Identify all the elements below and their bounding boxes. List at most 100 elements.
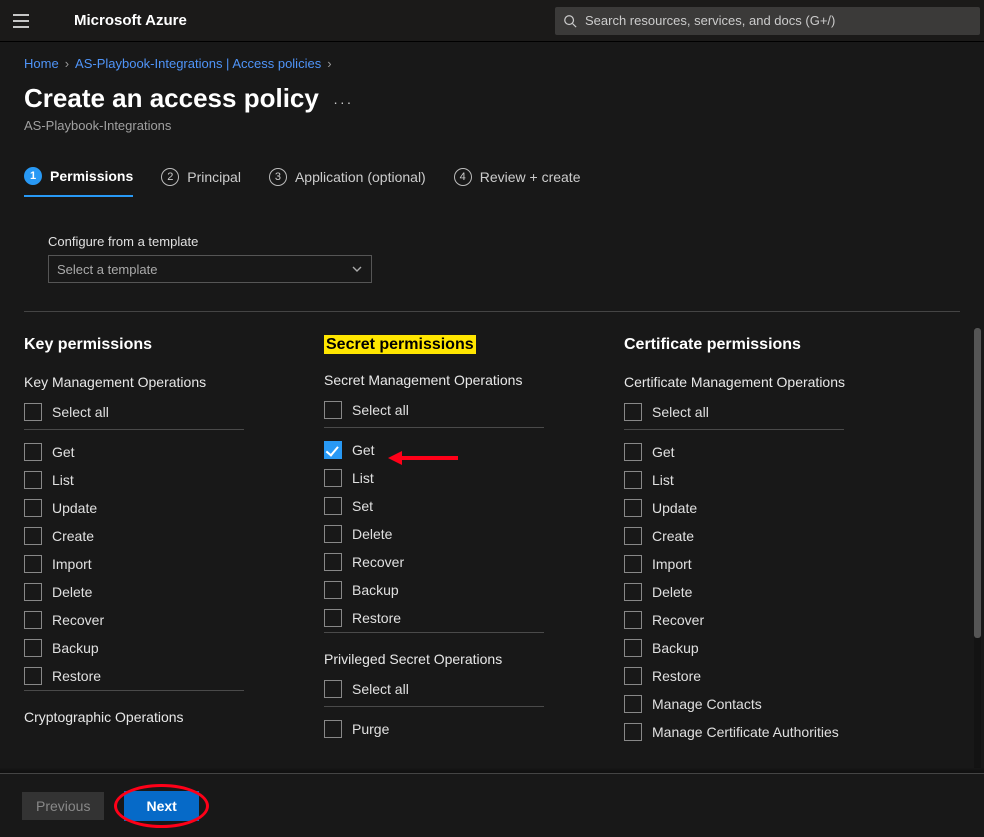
step-review[interactable]: 4 Review + create [454, 167, 581, 197]
chevron-down-icon [351, 263, 363, 275]
key-select-all[interactable]: Select all [24, 398, 324, 429]
checkbox-icon [624, 499, 642, 517]
cert-select-all[interactable]: Select all [624, 398, 924, 429]
search-icon [563, 14, 577, 28]
step-permissions[interactable]: 1 Permissions [24, 167, 133, 197]
cert-op-delete[interactable]: Delete [624, 578, 924, 606]
opt-label: List [52, 472, 74, 488]
section-divider [24, 311, 960, 312]
breadcrumb-home[interactable]: Home [24, 56, 59, 71]
brand-label: Microsoft Azure [42, 12, 187, 29]
cert-op-get[interactable]: Get [624, 438, 924, 466]
cert-op-backup[interactable]: Backup [624, 634, 924, 662]
secret-priv-purge[interactable]: Purge [324, 715, 624, 743]
step-number-icon: 4 [454, 168, 472, 186]
checkbox-icon [324, 469, 342, 487]
cert-op-manage-contacts[interactable]: Manage Contacts [624, 690, 924, 718]
secret-op-list[interactable]: List [324, 464, 624, 492]
checkbox-icon [624, 403, 642, 421]
step-principal[interactable]: 2 Principal [161, 167, 241, 197]
key-crypto-subhead: Cryptographic Operations [24, 709, 324, 725]
key-op-restore[interactable]: Restore [24, 662, 324, 690]
hamburger-menu-button[interactable] [0, 0, 42, 42]
secret-priv-select-all[interactable]: Select all [324, 675, 624, 706]
breadcrumb: Home › AS-Playbook-Integrations | Access… [0, 42, 984, 77]
page-title: Create an access policy [24, 83, 319, 114]
opt-label: Get [52, 444, 75, 460]
checkbox-icon [624, 723, 642, 741]
annotation-highlight-ring [114, 784, 208, 828]
template-label: Configure from a template [48, 234, 936, 249]
step-label: Permissions [50, 168, 133, 184]
key-op-delete[interactable]: Delete [24, 578, 324, 606]
opt-label: Update [52, 500, 97, 516]
list-divider [324, 427, 544, 428]
step-label: Principal [187, 169, 241, 185]
opt-label: Backup [352, 582, 399, 598]
cert-op-update[interactable]: Update [624, 494, 924, 522]
key-op-import[interactable]: Import [24, 550, 324, 578]
checkbox-icon [24, 527, 42, 545]
global-search[interactable]: Search resources, services, and docs (G+… [555, 7, 980, 35]
cert-op-list[interactable]: List [624, 466, 924, 494]
key-op-list[interactable]: List [24, 466, 324, 494]
step-application[interactable]: 3 Application (optional) [269, 167, 426, 197]
cert-op-import[interactable]: Import [624, 550, 924, 578]
hamburger-icon [12, 12, 30, 30]
opt-label: Purge [352, 721, 389, 737]
breadcrumb-parent[interactable]: AS-Playbook-Integrations | Access polici… [75, 56, 321, 71]
opt-label: Backup [52, 640, 99, 656]
checkbox-icon [324, 401, 342, 419]
key-permissions-heading: Key permissions [24, 336, 324, 354]
opt-label: Recover [652, 612, 704, 628]
checkbox-icon [24, 403, 42, 421]
checkbox-icon [24, 667, 42, 685]
cert-op-recover[interactable]: Recover [624, 606, 924, 634]
secret-op-recover[interactable]: Recover [324, 548, 624, 576]
template-select[interactable]: Select a template [48, 255, 372, 283]
key-op-update[interactable]: Update [24, 494, 324, 522]
secret-select-all[interactable]: Select all [324, 396, 624, 427]
opt-label: Manage Certificate Authorities [652, 724, 839, 740]
key-op-recover[interactable]: Recover [24, 606, 324, 634]
cert-op-restore[interactable]: Restore [624, 662, 924, 690]
cert-mgmt-subhead: Certificate Management Operations [624, 374, 924, 390]
secret-permissions-column: Secret permissions Secret Management Ope… [324, 336, 624, 746]
checkbox-icon [624, 667, 642, 685]
checkbox-icon [324, 680, 342, 698]
checkbox-icon [324, 720, 342, 738]
checkbox-icon [324, 609, 342, 627]
step-number-icon: 1 [24, 167, 42, 185]
step-number-icon: 3 [269, 168, 287, 186]
opt-label: Manage Contacts [652, 696, 762, 712]
opt-label: Restore [52, 668, 101, 684]
step-label: Application (optional) [295, 169, 426, 185]
certificate-permissions-heading: Certificate permissions [624, 336, 924, 354]
wizard-steps: 1 Permissions 2 Principal 3 Application … [0, 141, 984, 198]
checkbox-icon [24, 639, 42, 657]
secret-op-delete[interactable]: Delete [324, 520, 624, 548]
scrollbar-thumb[interactable] [974, 328, 981, 638]
checkbox-icon [24, 555, 42, 573]
secret-op-set[interactable]: Set [324, 492, 624, 520]
checkbox-icon [24, 611, 42, 629]
checkbox-icon [24, 499, 42, 517]
checkbox-icon [24, 443, 42, 461]
key-op-create[interactable]: Create [24, 522, 324, 550]
secret-op-backup[interactable]: Backup [324, 576, 624, 604]
wizard-footer: Previous Next [0, 773, 984, 837]
select-all-label: Select all [52, 404, 109, 420]
secret-op-get[interactable]: Get [324, 436, 624, 464]
key-op-get[interactable]: Get [24, 438, 324, 466]
cert-op-manage-cert-authorities[interactable]: Manage Certificate Authorities [624, 718, 924, 746]
previous-button[interactable]: Previous [22, 792, 104, 820]
opt-label: List [652, 472, 674, 488]
opt-label: Create [652, 528, 694, 544]
secret-op-restore[interactable]: Restore [324, 604, 624, 632]
checkbox-icon [24, 471, 42, 489]
more-actions-button[interactable]: ··· [333, 94, 353, 110]
opt-label: Restore [352, 610, 401, 626]
cert-op-create[interactable]: Create [624, 522, 924, 550]
scrollbar[interactable] [974, 328, 981, 768]
key-op-backup[interactable]: Backup [24, 634, 324, 662]
